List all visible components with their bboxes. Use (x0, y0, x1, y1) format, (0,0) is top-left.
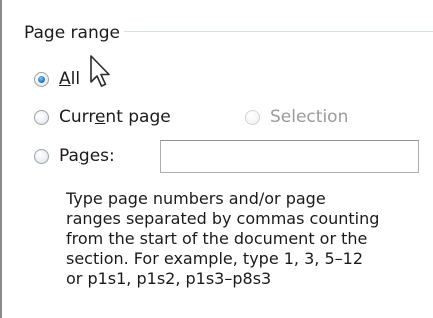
page-range-title: Page range (24, 22, 124, 44)
radio-unchecked-icon[interactable] (34, 148, 49, 164)
help-line: Type page numbers and/or page (66, 189, 326, 208)
help-line: ranges separated by commas counting (66, 209, 380, 228)
help-line: or p1s1, p1s2, p1s3–p8s3 (66, 269, 272, 288)
help-line: section. For example, type 1, 3, 5–12 (66, 249, 363, 268)
radio-checked-icon[interactable] (34, 71, 49, 87)
pages-help-text: Type page numbers and/or page ranges sep… (66, 189, 433, 289)
radio-all[interactable]: All (34, 67, 80, 91)
radio-current-page[interactable]: Current page (34, 105, 171, 129)
pages-input[interactable] (160, 140, 419, 173)
radio-unchecked-icon[interactable] (34, 109, 49, 125)
radio-selection: Selection (245, 105, 348, 129)
radio-pages[interactable]: Pages: (34, 144, 115, 168)
radio-pages-label: Pages: (59, 146, 115, 166)
radio-all-label: All (59, 69, 81, 89)
help-line: from the start of the document or the (66, 229, 368, 248)
window-left-edge (0, 0, 2, 318)
radio-selection-label: Selection (270, 107, 349, 127)
radio-current-page-label: Current page (59, 107, 171, 127)
mouse-pointer-icon (90, 55, 110, 87)
radio-unchecked-disabled-icon (245, 109, 260, 125)
